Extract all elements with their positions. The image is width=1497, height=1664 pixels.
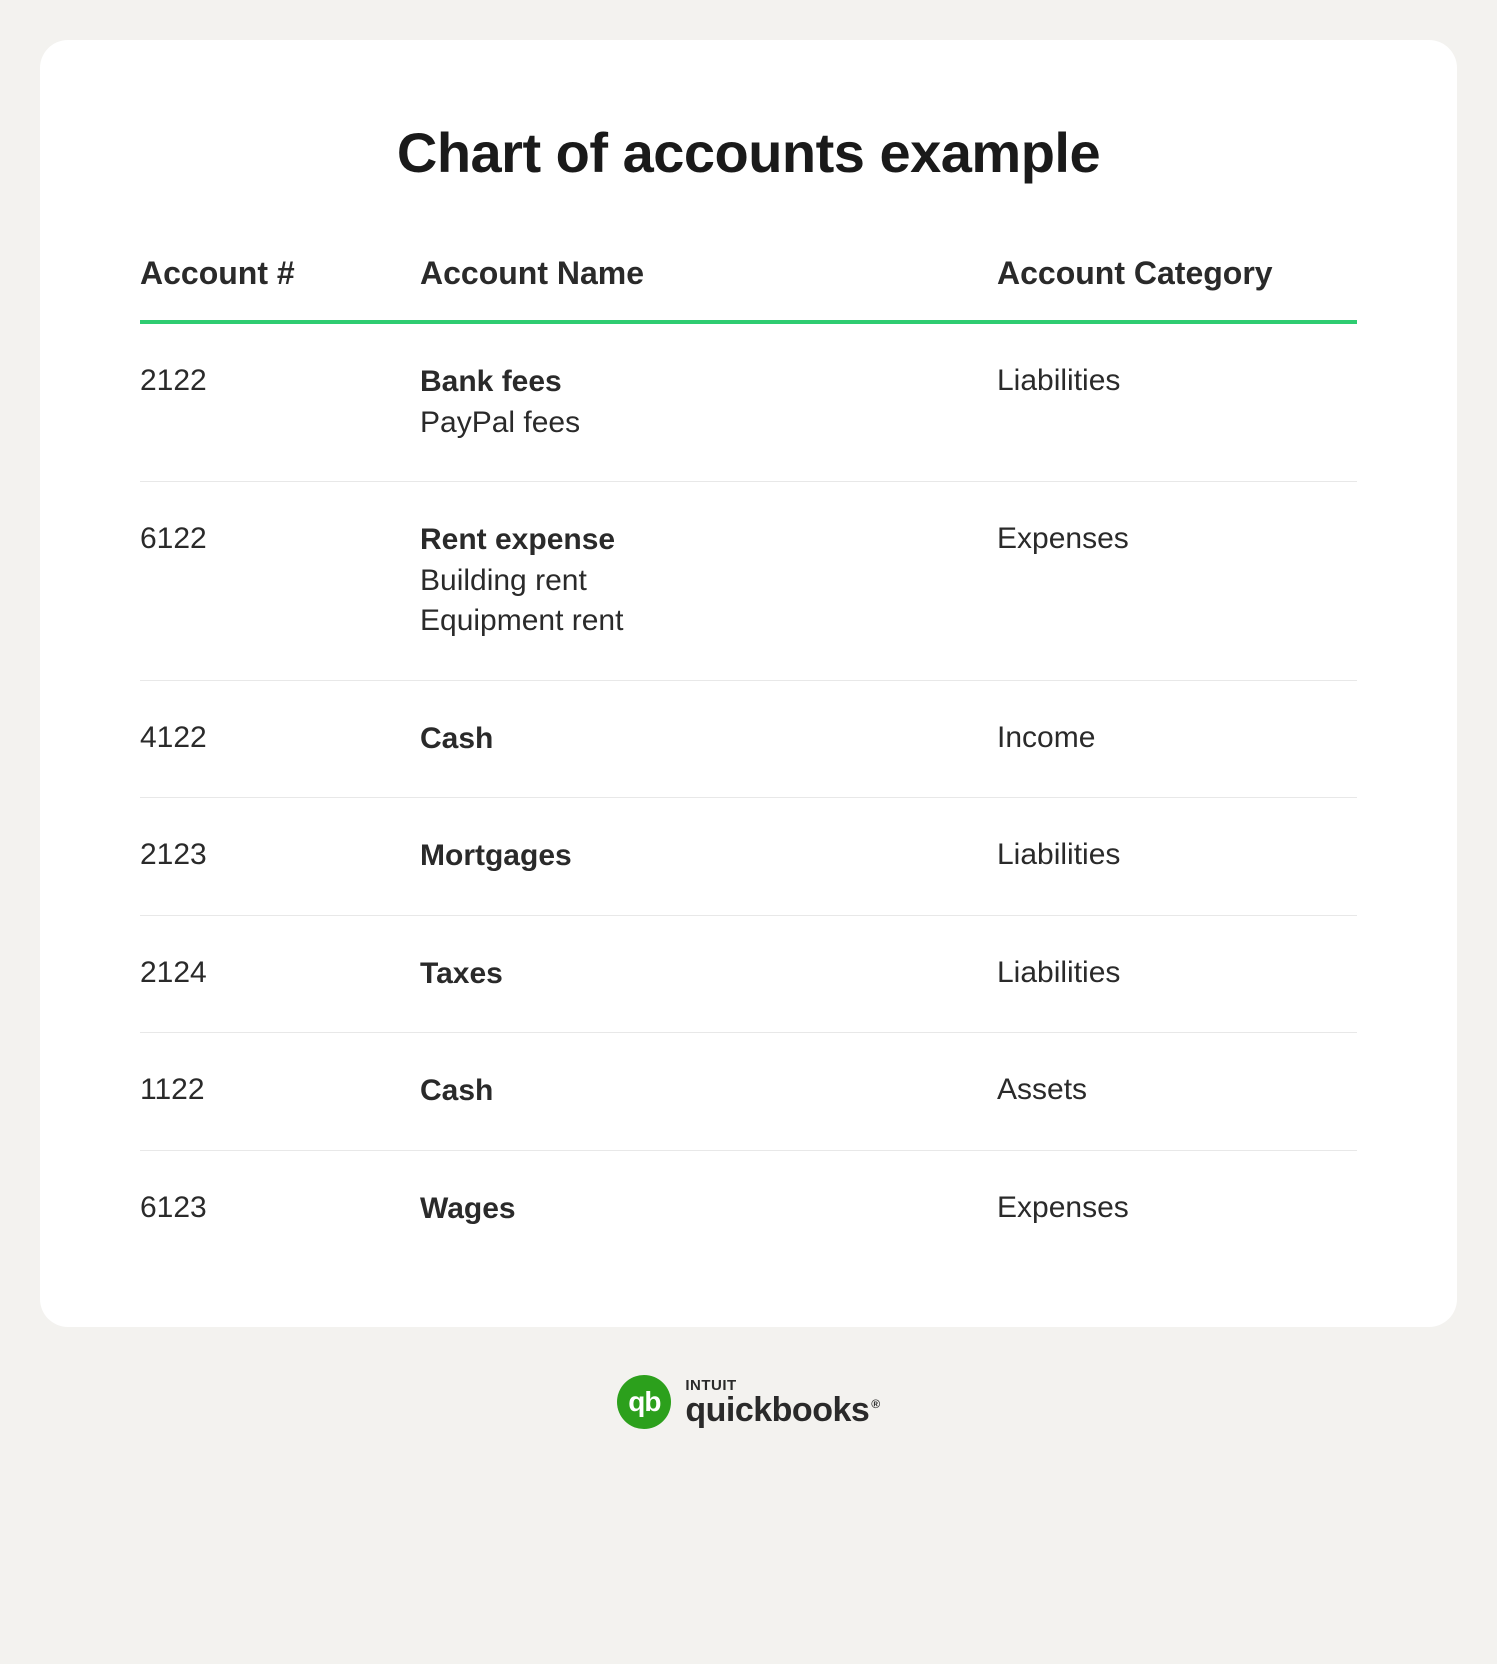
header-account-name: Account Name: [420, 255, 997, 292]
account-category: Income: [997, 719, 1357, 755]
account-name-sub: Equipment rent: [420, 601, 997, 642]
account-name-main: Taxes: [420, 954, 997, 995]
account-number: 2123: [140, 836, 420, 872]
account-number: 6122: [140, 520, 420, 556]
brand-text: INTUIT quickbooks®: [685, 1378, 879, 1427]
account-number: 1122: [140, 1071, 420, 1107]
table-row: 2123MortgagesLiabilities: [140, 798, 1357, 916]
account-name-main: Mortgages: [420, 836, 997, 877]
table-header-row: Account # Account Name Account Category: [140, 255, 1357, 324]
quickbooks-label: quickbooks®: [685, 1393, 879, 1427]
account-category: Expenses: [997, 520, 1357, 556]
header-account-number: Account #: [140, 255, 420, 292]
account-category: Liabilities: [997, 836, 1357, 872]
quickbooks-logo-icon: qb: [617, 1375, 671, 1429]
account-name: Taxes: [420, 954, 997, 995]
account-number: 6123: [140, 1189, 420, 1225]
account-name: Rent expenseBuilding rentEquipment rent: [420, 520, 997, 642]
account-name: Cash: [420, 1071, 997, 1112]
account-category: Assets: [997, 1071, 1357, 1107]
account-name-main: Bank fees: [420, 362, 997, 403]
account-name-main: Cash: [420, 1071, 997, 1112]
account-number: 2124: [140, 954, 420, 990]
account-name-main: Rent expense: [420, 520, 997, 561]
table-row: 4122CashIncome: [140, 681, 1357, 799]
account-name-main: Cash: [420, 719, 997, 760]
account-name-main: Wages: [420, 1189, 997, 1230]
account-name-sub: PayPal fees: [420, 403, 997, 444]
account-category: Expenses: [997, 1189, 1357, 1225]
account-name: Cash: [420, 719, 997, 760]
account-number: 4122: [140, 719, 420, 755]
account-name: Bank feesPayPal fees: [420, 362, 997, 443]
table-row: 6123WagesExpenses: [140, 1151, 1357, 1268]
account-name: Mortgages: [420, 836, 997, 877]
account-name: Wages: [420, 1189, 997, 1230]
account-name-sub: Building rent: [420, 561, 997, 602]
branding: qb INTUIT quickbooks®: [617, 1375, 879, 1429]
chart-card: Chart of accounts example Account # Acco…: [40, 40, 1457, 1327]
header-account-category: Account Category: [997, 255, 1357, 292]
accounts-table: Account # Account Name Account Category …: [140, 255, 1357, 1267]
table-row: 2122Bank feesPayPal feesLiabilities: [140, 324, 1357, 482]
page-title: Chart of accounts example: [140, 120, 1357, 185]
table-row: 2124TaxesLiabilities: [140, 916, 1357, 1034]
account-number: 2122: [140, 362, 420, 398]
account-category: Liabilities: [997, 954, 1357, 990]
table-row: 1122CashAssets: [140, 1033, 1357, 1151]
table-row: 6122Rent expenseBuilding rentEquipment r…: [140, 482, 1357, 681]
account-category: Liabilities: [997, 362, 1357, 398]
